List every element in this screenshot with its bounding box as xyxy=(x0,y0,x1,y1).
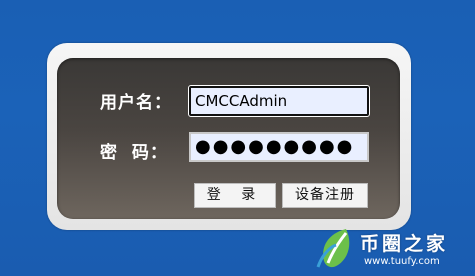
login-panel: 用户名： CMCCAdmin 密 码： ●●●●●●●●● 登 录 设备注册 xyxy=(57,58,400,219)
username-input[interactable]: CMCCAdmin xyxy=(188,85,370,117)
password-label: 密 码： xyxy=(100,143,168,163)
device-register-button[interactable]: 设备注册 xyxy=(282,183,368,208)
username-label: 用户名： xyxy=(100,93,172,113)
login-frame: 用户名： CMCCAdmin 密 码： ●●●●●●●●● 登 录 设备注册 xyxy=(47,43,411,230)
password-input[interactable]: ●●●●●●●●● xyxy=(189,132,369,162)
watermark: 币圈之家 www.tuufy.com xyxy=(312,223,472,273)
watermark-url: www.tuufy.com xyxy=(364,256,440,267)
leaf-logo-icon xyxy=(316,229,350,268)
login-button[interactable]: 登 录 xyxy=(194,183,276,208)
watermark-brand: 币圈之家 xyxy=(360,233,449,255)
